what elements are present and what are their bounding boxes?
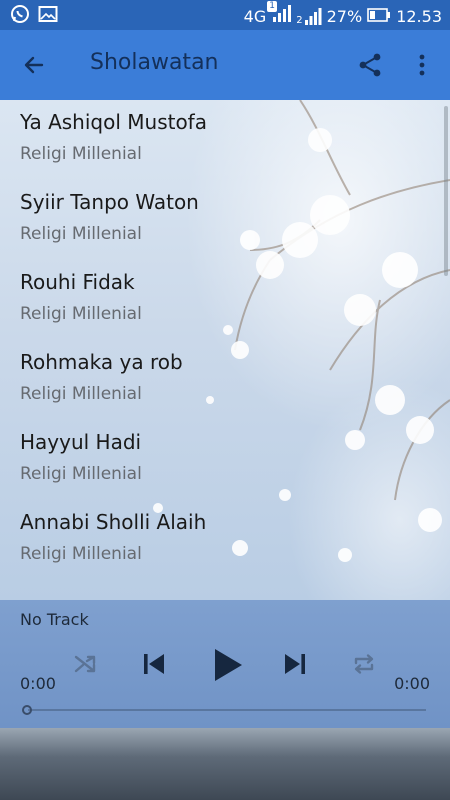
song-item[interactable]: Rouhi Fidak Religi Millenial: [0, 260, 440, 340]
repeat-icon: [354, 654, 374, 674]
elapsed-time: 0:00: [20, 674, 56, 693]
seek-thumb[interactable]: [22, 705, 32, 715]
song-title: Ya Ashiqol Mustofa: [20, 110, 207, 134]
song-artist: Religi Millenial: [20, 384, 142, 404]
play-button[interactable]: [206, 642, 250, 688]
sim1-badge: 1: [267, 1, 277, 12]
music-player: No Track 0:00 0:00: [0, 600, 450, 728]
overflow-menu-button[interactable]: [408, 45, 436, 85]
song-item[interactable]: Hayyul Hadi Religi Millenial: [0, 420, 440, 500]
battery-percent: 27%: [326, 6, 363, 26]
skip-previous-icon: [144, 654, 164, 674]
song-artist: Religi Millenial: [20, 464, 142, 484]
song-title: Annabi Sholli Alaih: [20, 510, 207, 534]
song-artist: Religi Millenial: [20, 144, 142, 164]
shuffle-icon: [74, 655, 96, 673]
network-type: 4G: [243, 6, 267, 26]
song-title: Rouhi Fidak: [20, 270, 135, 294]
now-playing-track: No Track: [20, 610, 89, 629]
signal-icon: 1: [267, 1, 292, 28]
song-item[interactable]: Ya Ashiqol Mustofa Religi Millenial: [0, 100, 440, 180]
signal-icon-sim2: 2: [296, 7, 322, 26]
seek-bar[interactable]: [22, 704, 426, 716]
back-button[interactable]: [14, 45, 54, 85]
song-item[interactable]: Annabi Sholli Alaih Religi Millenial: [0, 500, 440, 580]
song-title: Rohmaka ya rob: [20, 350, 183, 374]
previous-button[interactable]: [136, 646, 172, 682]
total-duration: 0:00: [394, 674, 430, 693]
arrow-back-icon: [24, 56, 44, 74]
song-list[interactable]: Ya Ashiqol Mustofa Religi Millenial Syii…: [0, 100, 450, 600]
list-scrollbar[interactable]: [444, 106, 448, 276]
bottom-background-strip: [0, 728, 450, 800]
repeat-button[interactable]: [348, 648, 380, 680]
song-artist: Religi Millenial: [20, 304, 142, 324]
app-bar: Sholawatan: [0, 30, 450, 100]
song-item[interactable]: Syiir Tanpo Waton Religi Millenial: [0, 180, 440, 260]
more-vert-icon: [419, 54, 425, 76]
share-icon: [359, 53, 381, 77]
song-item[interactable]: Rohmaka ya rob Religi Millenial: [0, 340, 440, 420]
clock: 12.53: [396, 6, 442, 26]
next-button[interactable]: [277, 646, 313, 682]
gallery-icon: [38, 5, 58, 27]
song-title: Syiir Tanpo Waton: [20, 190, 199, 214]
play-icon: [215, 649, 242, 681]
status-bar: 4G 1 2 27% 12.53: [0, 0, 450, 30]
seek-track: [28, 709, 426, 711]
whatsapp-icon: [10, 4, 30, 28]
share-button[interactable]: [352, 45, 388, 85]
battery-icon: [367, 7, 391, 27]
song-artist: Religi Millenial: [20, 224, 142, 244]
song-title: Hayyul Hadi: [20, 430, 142, 454]
skip-next-icon: [285, 654, 305, 674]
shuffle-button[interactable]: [70, 648, 102, 680]
sim2-label: 2: [296, 14, 303, 26]
song-artist: Religi Millenial: [20, 544, 142, 564]
page-title: Sholawatan: [90, 50, 219, 75]
